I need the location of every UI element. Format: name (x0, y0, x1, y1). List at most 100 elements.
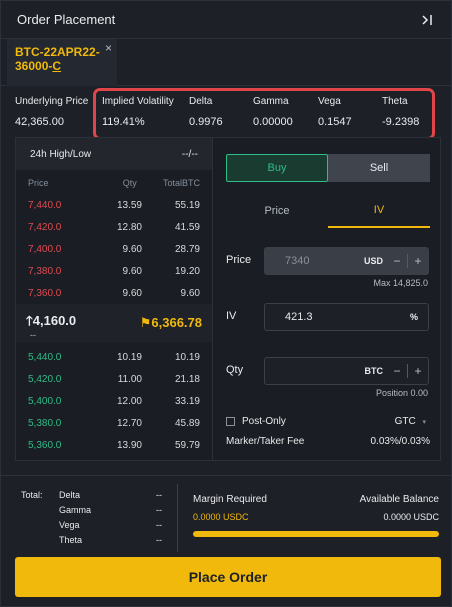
ask-row[interactable]: 7,440.0 13.59 55.19 (16, 194, 212, 216)
highlight-box (93, 88, 435, 140)
bid-total: 33.19 (174, 395, 200, 407)
flag-icon: ⚑ (139, 315, 152, 330)
price-field[interactable]: 7340 USD − + (264, 247, 429, 275)
bid-price: 5,400.0 (28, 395, 62, 407)
mode-tabs: Price IV (226, 194, 430, 228)
bid-qty: 12.00 (116, 395, 142, 407)
qty-field[interactable]: BTC − + (264, 357, 429, 385)
price-unit: USD (363, 256, 383, 266)
ask-total: 55.19 (174, 199, 200, 211)
ask-qty: 9.60 (122, 265, 142, 277)
tif-select[interactable]: GTC ▾ (395, 416, 426, 427)
order-placement-panel: Order Placement BTC-22APR22- 36000-C × U… (0, 0, 452, 607)
ask-qty: 13.59 (116, 199, 142, 211)
post-only-option[interactable]: Post-Only (226, 416, 286, 427)
bid-qty: 11.00 (117, 373, 142, 385)
greek-name: Vega (59, 520, 80, 530)
bid-price: 5,380.0 (28, 417, 62, 429)
available-balance-label: Available Balance (359, 494, 439, 505)
fee-row: Marker/Taker Fee 0.03%/0.03% (226, 436, 430, 447)
instrument-name-line1: BTC-22APR22- (15, 45, 100, 59)
ask-price: 7,440.0 (28, 199, 62, 211)
summary-footer: Total: Delta -- Gamma -- Vega -- Theta -… (1, 475, 452, 553)
ask-row[interactable]: 7,420.0 12.80 41.59 (16, 216, 212, 238)
bid-total: 45.89 (174, 417, 200, 429)
orderbook-columns: Price Qty TotalBTC (16, 178, 212, 188)
collapse-right-icon[interactable] (421, 13, 435, 27)
stat-value: 42,365.00 (15, 116, 64, 128)
tab-price[interactable]: Price (226, 194, 328, 228)
instrument-name-line2: 36000-C (15, 59, 109, 73)
margin-required-value: 0.0000 USDC (193, 512, 249, 522)
plus-icon[interactable]: + (408, 364, 428, 378)
margin-bar (193, 531, 439, 537)
ask-total: 28.79 (174, 243, 200, 255)
price-value: 7340 (285, 255, 310, 267)
post-only-label: Post-Only (242, 416, 286, 427)
ask-qty: 9.60 (122, 287, 142, 299)
close-icon[interactable]: × (105, 41, 112, 55)
bid-row[interactable]: 5,380.0 12.70 45.89 (16, 412, 212, 434)
bid-row[interactable]: 5,360.0 13.90 59.79 (16, 434, 212, 456)
bid-total: 21.18 (174, 373, 200, 385)
mark-price: ⚑6,366.78 (140, 315, 202, 331)
greek-name: Theta (59, 535, 83, 545)
bid-row[interactable]: 5,420.0 11.00 21.18 (16, 368, 212, 390)
bid-price: 5,440.0 (28, 351, 62, 363)
mark-price-value: 6,366.78 (151, 315, 202, 330)
qty-unit: BTC (364, 366, 384, 376)
buy-tab[interactable]: Buy (226, 154, 328, 182)
ask-price: 7,400.0 (28, 243, 62, 255)
iv-value: 421.3 (285, 311, 313, 323)
instrument-tab[interactable]: BTC-22APR22- 36000-C × (7, 39, 117, 86)
bid-total: 59.79 (174, 439, 200, 451)
bid-price: 5,420.0 (28, 373, 62, 385)
panel-title: Order Placement (17, 12, 116, 27)
ask-row[interactable]: 7,380.0 9.60 19.20 (16, 260, 212, 282)
ask-total: 9.60 (180, 287, 200, 299)
greeks-stats-bar: Underlying Price 42,365.00 Implied Volat… (1, 86, 451, 140)
instrument-strike: 36000- (15, 59, 53, 73)
stat-label: Underlying Price (15, 96, 89, 107)
position: Position 0.00 (375, 388, 428, 398)
sell-tab[interactable]: Sell (328, 154, 430, 182)
bid-row[interactable]: 5,400.0 12.00 33.19 (16, 390, 212, 412)
ask-total: 41.59 (174, 221, 200, 233)
checkbox-icon[interactable] (226, 417, 235, 426)
caret-down-icon: ▾ (422, 419, 426, 426)
ask-row[interactable]: 7,400.0 9.60 28.79 (16, 238, 212, 260)
greek-name: Delta (59, 490, 81, 500)
col-total: TotalBTC (162, 178, 200, 188)
iv-field[interactable]: 421.3 % (264, 303, 429, 331)
greek-value: -- (156, 505, 162, 515)
last-price-value: 4,160.0 (32, 313, 77, 328)
instrument-tabbar: BTC-22APR22- 36000-C × (1, 39, 451, 86)
instrument-name: BTC-22APR22- 36000-C (15, 45, 109, 73)
bid-qty: 10.19 (116, 351, 142, 363)
price-max: Max 14,825.0 (373, 278, 428, 288)
high-low-value: --/-- (181, 148, 198, 160)
orderbook-mid: 🡑4,160.0 ⚑6,366.78 -- (16, 304, 212, 342)
bid-row[interactable]: 5,440.0 10.19 10.19 (16, 346, 212, 368)
minus-icon[interactable]: − (387, 364, 407, 378)
minus-icon[interactable]: − (387, 254, 407, 268)
plus-icon[interactable]: + (408, 254, 428, 268)
side-toggle: Buy Sell (226, 154, 430, 182)
arrow-up-icon: 🡑 (26, 313, 33, 328)
iv-label: IV (226, 310, 237, 322)
margin-required-label: Margin Required (193, 494, 267, 505)
tab-iv[interactable]: IV (328, 194, 430, 228)
fee-label: Marker/Taker Fee (226, 436, 305, 447)
ask-qty: 9.60 (122, 243, 142, 255)
greek-value: -- (156, 535, 162, 545)
ask-rows: 7,440.0 13.59 55.19 7,420.0 12.80 41.59 7,40… (16, 194, 212, 304)
place-order-button[interactable]: Place Order (15, 557, 441, 597)
ask-price: 7,420.0 (28, 221, 62, 233)
stat-underlying-price: Underlying Price 42,365.00 (15, 96, 88, 128)
fee-value: 0.03%/0.03% (370, 436, 431, 447)
ask-row[interactable]: 7,360.0 9.60 9.60 (16, 282, 212, 304)
col-price: Price (28, 178, 49, 188)
bid-qty: 13.90 (116, 439, 142, 451)
panel-header: Order Placement (1, 1, 451, 39)
bid-price: 5,360.0 (28, 439, 62, 451)
